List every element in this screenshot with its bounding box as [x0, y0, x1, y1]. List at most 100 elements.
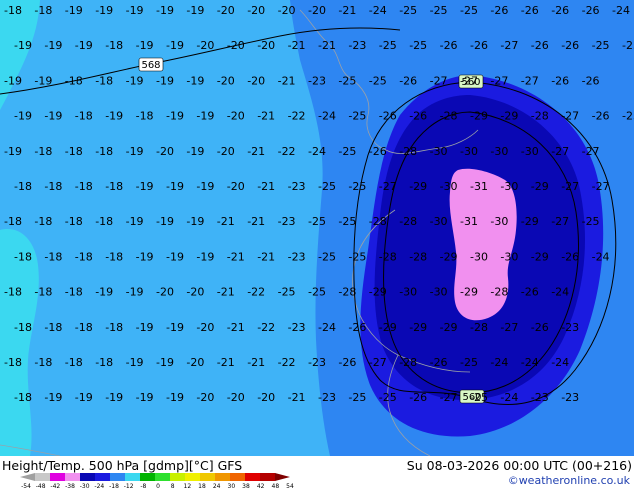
temperature-label: -30	[490, 215, 508, 228]
colorbar-swatch	[35, 473, 51, 481]
colorbar-swatch	[155, 473, 171, 481]
temperature-label: -27	[430, 74, 448, 87]
temperature-label: -27	[592, 180, 610, 193]
temperature-label: -26	[440, 39, 458, 52]
temperature-label: -20	[308, 4, 326, 17]
temperature-label: -25	[592, 39, 610, 52]
temperature-label: -19	[65, 4, 83, 17]
temperature-label: -26	[592, 110, 610, 123]
temperature-label: -30	[521, 145, 539, 158]
temperature-label: -19	[126, 4, 144, 17]
temperature-label: -30	[399, 286, 417, 299]
temperature-label: -19	[196, 180, 214, 193]
temperature-label: -20	[196, 321, 214, 334]
temperature-label: -29	[531, 250, 549, 263]
colorbar-tick-label: 48	[272, 483, 280, 490]
temperature-label: -25	[308, 286, 326, 299]
map-footer: Height/Temp. 500 hPa [gdmp][°C] GFS Su 0…	[0, 456, 634, 490]
temperature-label: -21	[247, 356, 265, 369]
temperature-label: -18	[4, 286, 22, 299]
temperature-label: -18	[34, 286, 52, 299]
weather-map: 568 560 560 -18 -18 -19 -19 -19 -19 -19 -20 -20-…	[0, 0, 634, 456]
temperature-label: -19	[44, 391, 62, 404]
colorbar-tick-label: 42	[257, 483, 265, 490]
temperature-label: -23	[348, 39, 366, 52]
temperature-label: -21	[278, 74, 296, 87]
temperature-label: -20	[257, 39, 275, 52]
temperature-label: -21	[217, 356, 235, 369]
temperature-label: -30	[500, 250, 518, 263]
colorbar-tick-label: -12	[124, 483, 134, 490]
temperature-label: -18	[105, 39, 123, 52]
temperature-label: -24	[500, 391, 518, 404]
temperature-label: -25	[348, 250, 366, 263]
temperature-label: -28	[399, 215, 417, 228]
colorbar-tick-label: -24	[94, 483, 104, 490]
temperature-label: -19	[95, 286, 113, 299]
temperature-label: -18	[95, 74, 113, 87]
temperature-label: -28	[338, 286, 356, 299]
temperature-label: -28	[399, 356, 417, 369]
temperature-label: -19	[136, 39, 154, 52]
colorbar-swatch	[185, 473, 201, 481]
temperature-label: -25	[278, 286, 296, 299]
temperature-label: -18	[95, 215, 113, 228]
temperature-label: -20	[156, 145, 174, 158]
temperature-label: -26	[582, 4, 600, 17]
temperature-label: -29	[440, 250, 458, 263]
temperature-label: -22	[247, 286, 265, 299]
temperature-label: -18	[105, 180, 123, 193]
colorbar-swatch	[65, 473, 81, 481]
temperature-label: -25	[470, 391, 488, 404]
temperature-label: -26	[399, 74, 417, 87]
temperature-label: -19	[126, 74, 144, 87]
temperature-label: -25	[430, 4, 448, 17]
temperature-label: -29	[440, 321, 458, 334]
temperature-label: -23	[288, 250, 306, 263]
colorbar-tick-label: -8	[140, 483, 146, 490]
temperature-label: -24	[551, 356, 569, 369]
temperature-label: -28	[490, 286, 508, 299]
temperature-label: -28	[369, 215, 387, 228]
temperature-label: -24	[308, 145, 326, 158]
temperature-label: -18	[75, 321, 93, 334]
temperature-label: -18	[95, 356, 113, 369]
temperature-label: -21	[227, 321, 245, 334]
temperature-label: -30	[460, 145, 478, 158]
colorbar-tick-label: 0	[156, 483, 160, 490]
temperature-label: -31	[460, 215, 478, 228]
temperature-label: -19	[166, 321, 184, 334]
temperature-label: -26	[409, 110, 427, 123]
temperature-label: -20	[227, 391, 245, 404]
credit-link[interactable]: ©weatheronline.co.uk	[508, 474, 630, 487]
temperature-label: -25	[369, 74, 387, 87]
temperature-label: -19	[34, 74, 52, 87]
temperature-label: -21	[288, 391, 306, 404]
svg-text:568: 568	[141, 60, 160, 71]
temperature-label: -29	[500, 110, 518, 123]
temperature-label: -23	[531, 391, 549, 404]
temperature-label: -25	[338, 215, 356, 228]
temperature-label: -25	[348, 180, 366, 193]
temperature-label: -18	[75, 110, 93, 123]
temperature-label: -19	[186, 74, 204, 87]
temperature-label: -20	[186, 356, 204, 369]
colorbar-tick-label: 38	[242, 483, 250, 490]
temperature-label: -18	[44, 180, 62, 193]
colorbar-tick-label: -48	[36, 483, 46, 490]
temperature-label: -18	[34, 215, 52, 228]
colorbar-tick-label: 8	[171, 483, 175, 490]
temperature-label: -21	[257, 250, 275, 263]
temperature-label: -20	[278, 4, 296, 17]
temperature-label: -24	[592, 250, 610, 263]
temperature-label: -26	[409, 391, 427, 404]
temperature-label: -25	[308, 215, 326, 228]
temperature-label: -19	[166, 391, 184, 404]
temperature-label: -27	[551, 145, 569, 158]
temperature-label: -19	[136, 250, 154, 263]
temperature-label: -21	[257, 110, 275, 123]
temperature-label: -24	[551, 286, 569, 299]
temperature-label: -30	[490, 145, 508, 158]
temperature-label: -19	[186, 145, 204, 158]
temperature-label: -27	[500, 321, 518, 334]
